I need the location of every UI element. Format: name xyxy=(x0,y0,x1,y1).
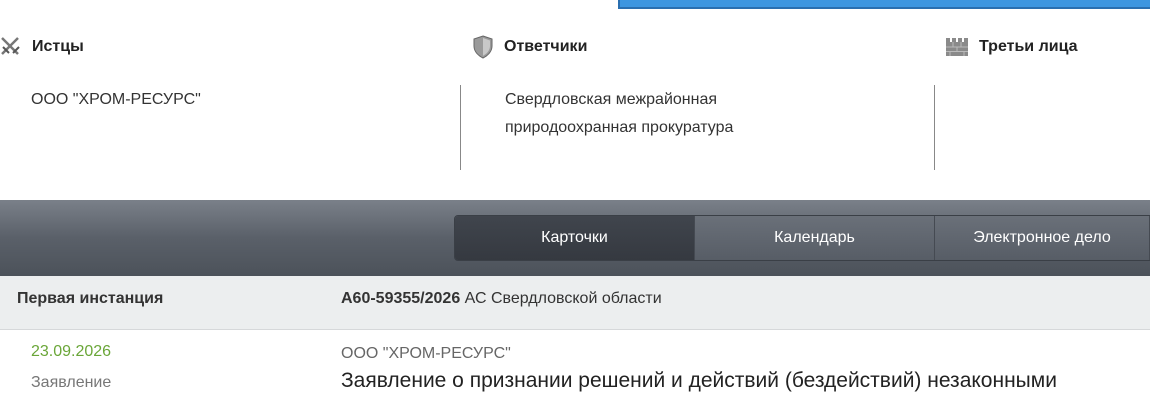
instance-bar: Первая инстанция А60-59355/2026 АС Сверд… xyxy=(0,276,1150,330)
entry-date: 23.09.2026 xyxy=(31,343,112,360)
entry-type: Заявление xyxy=(31,374,112,391)
case-number[interactable]: А60-59355/2026 xyxy=(341,290,460,307)
defendant-link-line1[interactable]: Свердловская межрайонная xyxy=(505,86,733,114)
tab-bar: Карточки Календарь Электронное дело xyxy=(0,200,1150,276)
parties-section: Истцы ООО "ХРОМ-РЕСУРС" Ответчики Свердл… xyxy=(0,0,1150,200)
defendants-header: Ответчики xyxy=(472,30,587,64)
tab-cards[interactable]: Карточки xyxy=(455,216,695,260)
plaintiffs-header: Истцы xyxy=(0,30,84,64)
entry-party: ООО "ХРОМ-РЕСУРС" xyxy=(341,345,511,362)
plaintiffs-column: Истцы xyxy=(0,30,84,64)
third-parties-title: Третьи лица xyxy=(979,38,1078,55)
entry-title[interactable]: Заявление о признании решений и действий… xyxy=(341,369,1057,393)
shield-icon xyxy=(472,35,494,59)
third-parties-column: Третьи лица xyxy=(945,30,1078,64)
tabs: Карточки Календарь Электронное дело xyxy=(454,215,1150,261)
crossed-swords-icon xyxy=(0,36,22,58)
third-parties-header: Третьи лица xyxy=(945,30,1078,64)
defendants-column: Ответчики xyxy=(472,30,587,64)
plaintiff-link[interactable]: ООО "ХРОМ-РЕСУРС" xyxy=(31,86,201,114)
tab-electronic-case[interactable]: Электронное дело xyxy=(935,216,1150,260)
tab-calendar[interactable]: Календарь xyxy=(695,216,935,260)
instance-label: Первая инстанция xyxy=(17,290,164,307)
plaintiffs-title: Истцы xyxy=(32,38,84,55)
castle-wall-icon xyxy=(945,37,969,57)
plaintiffs-list: ООО "ХРОМ-РЕСУРС" xyxy=(31,86,201,114)
case-reference: А60-59355/2026 АС Свердловской области xyxy=(341,276,662,322)
column-divider xyxy=(460,85,461,170)
defendants-list: Свердловская межрайонная природоохранная… xyxy=(505,86,733,142)
court-name: АС Свердловской области xyxy=(464,290,662,307)
defendants-title: Ответчики xyxy=(504,38,588,55)
column-divider xyxy=(934,85,935,170)
defendant-link-line2[interactable]: природоохранная прокуратура xyxy=(505,114,733,142)
